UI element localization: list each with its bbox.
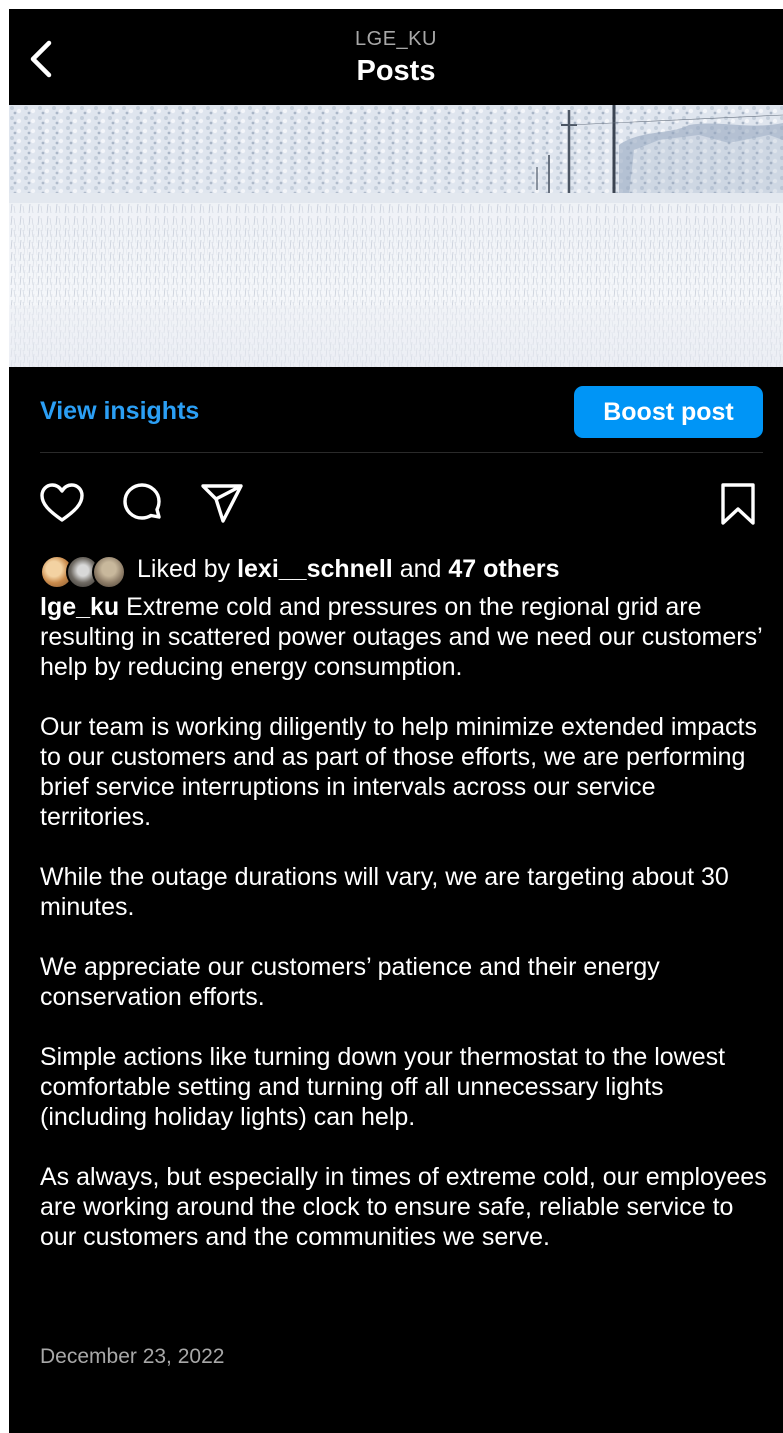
liked-by-label: Liked by (137, 555, 231, 583)
post-date: December 23, 2022 (40, 1345, 225, 1368)
likes-conjunction: and (399, 555, 442, 583)
liker-username[interactable]: lexi__schnell (237, 555, 393, 583)
likes-summary: Liked by lexi__schnell and 47 others (137, 555, 560, 584)
view-insights-link[interactable]: View insights (40, 397, 199, 426)
caption-paragraph: While the outage durations will vary, we… (40, 863, 729, 921)
caption-paragraph: As always, but especially in times of ex… (40, 1163, 767, 1251)
share-button[interactable] (197, 479, 247, 529)
caption-paragraph: Our team is working diligently to help m… (40, 713, 757, 831)
paper-plane-icon (201, 484, 243, 523)
post-screen: LGE_KU Posts View insights Boost post Li… (9, 9, 783, 1433)
heart-icon (40, 483, 84, 522)
caption-paragraph: Simple actions like turning down your th… (40, 1043, 726, 1131)
likes-row: Liked by lexi__schnell and 47 others (40, 553, 763, 589)
likes-others-count[interactable]: 47 others (448, 555, 559, 583)
comment-bubble-icon (123, 483, 161, 520)
post-caption: lge_ku Extreme cold and pressures on the… (40, 592, 770, 1282)
boost-post-button[interactable]: Boost post (574, 386, 763, 438)
bookmark-icon (721, 483, 755, 525)
post-image[interactable] (9, 105, 783, 367)
caption-author[interactable]: lge_ku (40, 593, 119, 621)
comment-button[interactable] (117, 479, 167, 529)
insights-row: View insights Boost post (9, 367, 783, 453)
liker-avatars[interactable] (40, 555, 132, 589)
account-username: LGE_KU (355, 28, 437, 50)
caption-text: Extreme cold and pressures on the region… (40, 593, 762, 681)
avatar (92, 555, 126, 589)
top-bar: LGE_KU Posts (9, 9, 783, 105)
like-button[interactable] (37, 479, 87, 529)
caption-paragraph: lge_ku Extreme cold and pressures on the… (40, 592, 770, 682)
divider (40, 452, 763, 453)
page-title: Posts (356, 55, 436, 87)
save-button[interactable] (713, 479, 763, 529)
caption-paragraph: We appreciate our customers’ patience an… (40, 953, 660, 1011)
